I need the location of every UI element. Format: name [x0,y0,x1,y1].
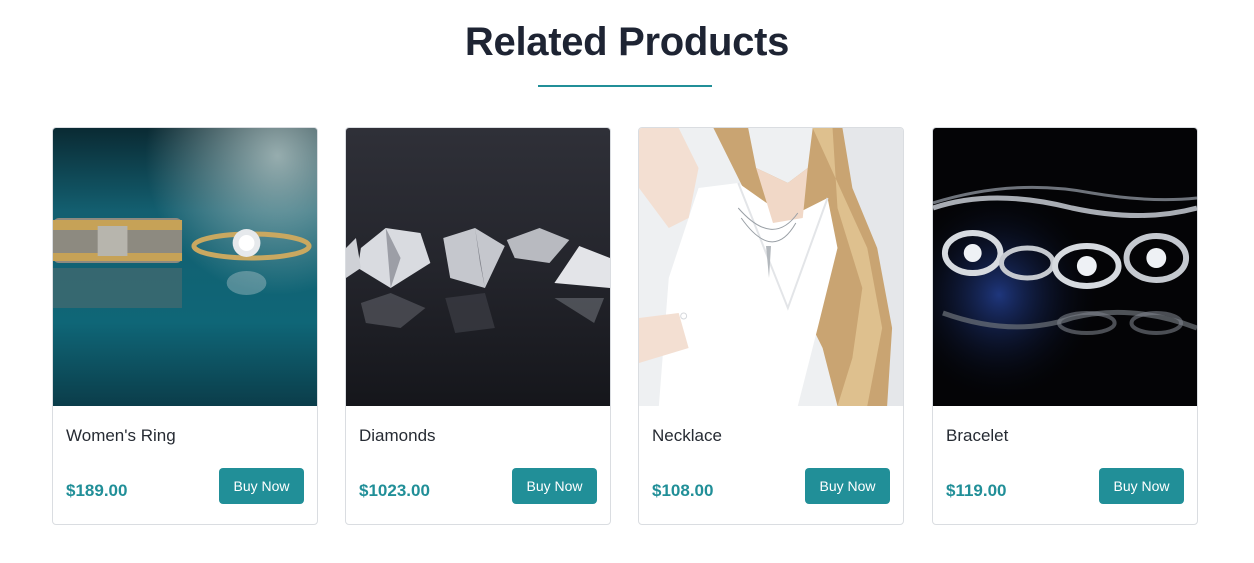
product-name[interactable]: Diamonds [359,426,436,446]
product-card[interactable]: Necklace $108.00 Buy Now [638,127,904,525]
necklace-image[interactable] [639,128,903,406]
product-card[interactable]: Women's Ring $189.00 Buy Now [52,127,318,525]
product-name[interactable]: Necklace [652,426,722,446]
product-name[interactable]: Women's Ring [66,426,176,446]
buy-now-button[interactable]: Buy Now [805,468,890,504]
buy-now-button[interactable]: Buy Now [1099,468,1184,504]
product-card[interactable]: Bracelet $119.00 Buy Now [932,127,1198,525]
title-underline [538,85,712,87]
product-price: $189.00 [66,481,128,500]
product-price: $108.00 [652,481,714,500]
rings-image[interactable] [53,128,317,406]
section-title: Related Products [464,20,790,64]
buy-now-button[interactable]: Buy Now [219,468,304,504]
buy-now-button[interactable]: Buy Now [512,468,597,504]
diamonds-image[interactable] [346,128,610,406]
product-price: $119.00 [946,481,1007,500]
product-price: $1023.00 [359,481,430,500]
product-card[interactable]: Diamonds $1023.00 Buy Now [345,127,611,525]
product-name[interactable]: Bracelet [946,426,1008,446]
bracelet-image[interactable] [933,128,1197,406]
